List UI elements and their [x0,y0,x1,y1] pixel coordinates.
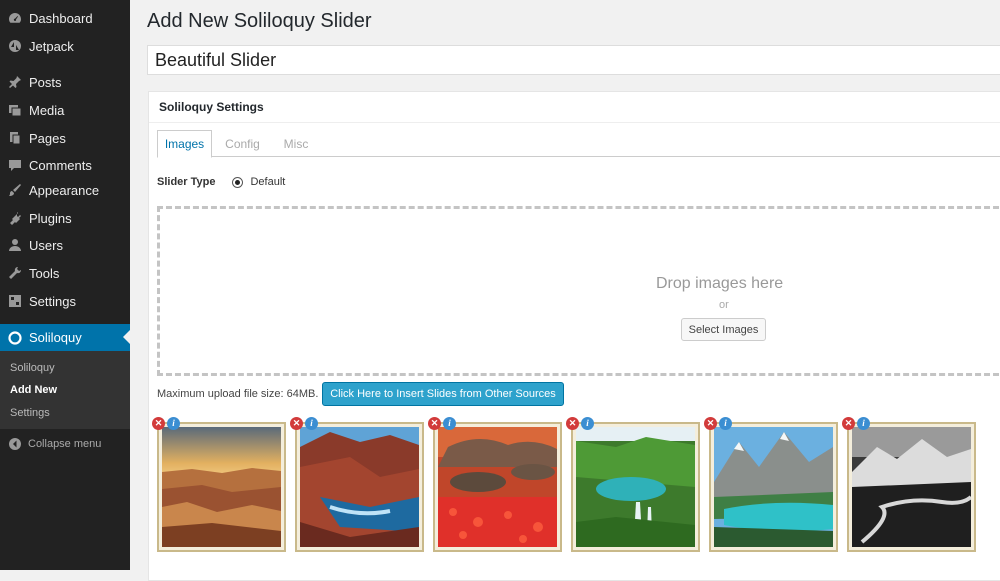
tab-images[interactable]: Images [157,130,212,158]
sidebar-item-label: Users [29,237,63,253]
submenu-item-add-new[interactable]: Add New [10,384,57,396]
upload-size-note: Maximum upload file size: 64MB. [157,388,319,400]
admin-sidebar: Dashboard Jetpack Posts Media Pages Comm… [0,0,130,570]
delete-icon[interactable]: ✕ [842,417,855,430]
wrench-icon [8,266,22,280]
sidebar-item-label: Tools [29,265,60,281]
drop-or-text: or [719,299,729,311]
brush-icon [8,183,22,197]
pin-icon [8,75,22,89]
info-icon[interactable]: i [443,417,456,430]
sidebar-item-label: Plugins [29,210,72,226]
tab-misc[interactable]: Misc [271,130,321,157]
soliloquy-icon [8,330,22,345]
settings-tabs: Images Config Misc [157,130,1000,158]
collapse-arrow-icon [8,437,22,451]
sidebar-item-label: Settings [29,293,76,309]
sidebar-item-label: Appearance [29,182,100,198]
canyon-sunset-image [162,427,281,547]
image-dropzone[interactable]: Drop images here or Select Images [157,206,1000,376]
soliloquy-submenu: Soliloquy Add New Settings [0,351,130,429]
slide-thumbnail[interactable]: ✕ i [152,417,286,552]
sidebar-item-label: Pages [29,130,66,146]
soliloquy-settings-box: Soliloquy Settings Images Config Misc Sl… [148,91,1000,581]
pages-icon [8,131,22,145]
green-lake-waterfalls-image [576,427,695,547]
settings-icon [8,294,22,308]
collapse-menu-button[interactable]: Collapse menu [0,433,130,455]
slide-thumbnail[interactable]: ✕ i [428,417,562,552]
settings-box-title: Soliloquy Settings [149,92,1000,123]
active-menu-arrow [123,330,130,344]
sidebar-item-label: Posts [29,74,62,90]
comment-icon [8,158,22,172]
dashboard-icon [8,11,22,25]
jetpack-icon [8,39,22,53]
sidebar-item-label: Dashboard [29,10,93,26]
sidebar-item-dashboard[interactable]: Dashboard [0,5,130,31]
tab-config[interactable]: Config [215,130,270,157]
submenu-item-soliloquy[interactable]: Soliloquy [10,362,55,374]
delete-icon[interactable]: ✕ [566,417,579,430]
slider-type-radio-default[interactable] [232,176,244,188]
slider-type-row: Slider Type Default [157,176,285,188]
user-icon [8,238,22,252]
info-icon[interactable]: i [719,417,732,430]
slide-thumbnail[interactable]: ✕ i [704,417,838,552]
drop-images-text: Drop images here [656,275,784,292]
info-icon[interactable]: i [305,417,318,430]
sidebar-item-label: Media [29,102,65,118]
delete-icon[interactable]: ✕ [428,417,441,430]
mountain-turquoise-lake-image [714,427,833,547]
slider-type-option-label: Default [250,176,286,188]
sidebar-item-users[interactable]: Users [0,232,130,258]
sidebar-item-pages[interactable]: Pages [0,125,130,151]
sidebar-item-jetpack[interactable]: Jetpack [0,33,130,59]
main-content: Add New Soliloquy Slider Beautiful Slide… [130,0,1000,581]
red-flower-field-image [438,427,557,547]
info-icon[interactable]: i [167,417,180,430]
sidebar-item-comments[interactable]: Comments [0,152,130,178]
sidebar-item-media[interactable]: Media [0,97,130,123]
info-icon[interactable]: i [581,417,594,430]
sidebar-item-appearance[interactable]: Appearance [0,177,130,203]
collapse-menu-label: Collapse menu [28,438,102,450]
delete-icon[interactable]: ✕ [704,417,717,430]
red-rock-river-image [300,427,419,547]
sidebar-item-soliloquy[interactable]: Soliloquy [0,324,130,351]
black-white-river-valley-image [852,427,971,547]
sidebar-item-plugins[interactable]: Plugins [0,205,130,231]
slider-type-label: Slider Type [157,176,216,188]
select-images-button[interactable]: Select Images [681,318,766,341]
sidebar-item-label: Comments [29,157,92,173]
sidebar-item-settings[interactable]: Settings [0,288,130,314]
submenu-item-settings[interactable]: Settings [10,407,50,419]
page-title: Add New Soliloquy Slider [147,10,372,32]
delete-icon[interactable]: ✕ [290,417,303,430]
sidebar-item-tools[interactable]: Tools [0,260,130,286]
sidebar-item-label: Soliloquy [29,330,82,345]
sidebar-item-posts[interactable]: Posts [0,69,130,95]
plug-icon [8,211,22,225]
slide-thumbnail[interactable]: ✕ i [566,417,700,552]
slide-thumbnail[interactable]: ✕ i [290,417,424,552]
sidebar-item-label: Jetpack [29,38,74,54]
insert-slides-button[interactable]: Click Here to Insert Slides from Other S… [322,382,564,406]
info-icon[interactable]: i [857,417,870,430]
delete-icon[interactable]: ✕ [152,417,165,430]
slider-title-input[interactable]: Beautiful Slider [147,45,1000,75]
slide-thumbnail[interactable]: ✕ i [842,417,976,552]
media-icon [8,103,22,117]
